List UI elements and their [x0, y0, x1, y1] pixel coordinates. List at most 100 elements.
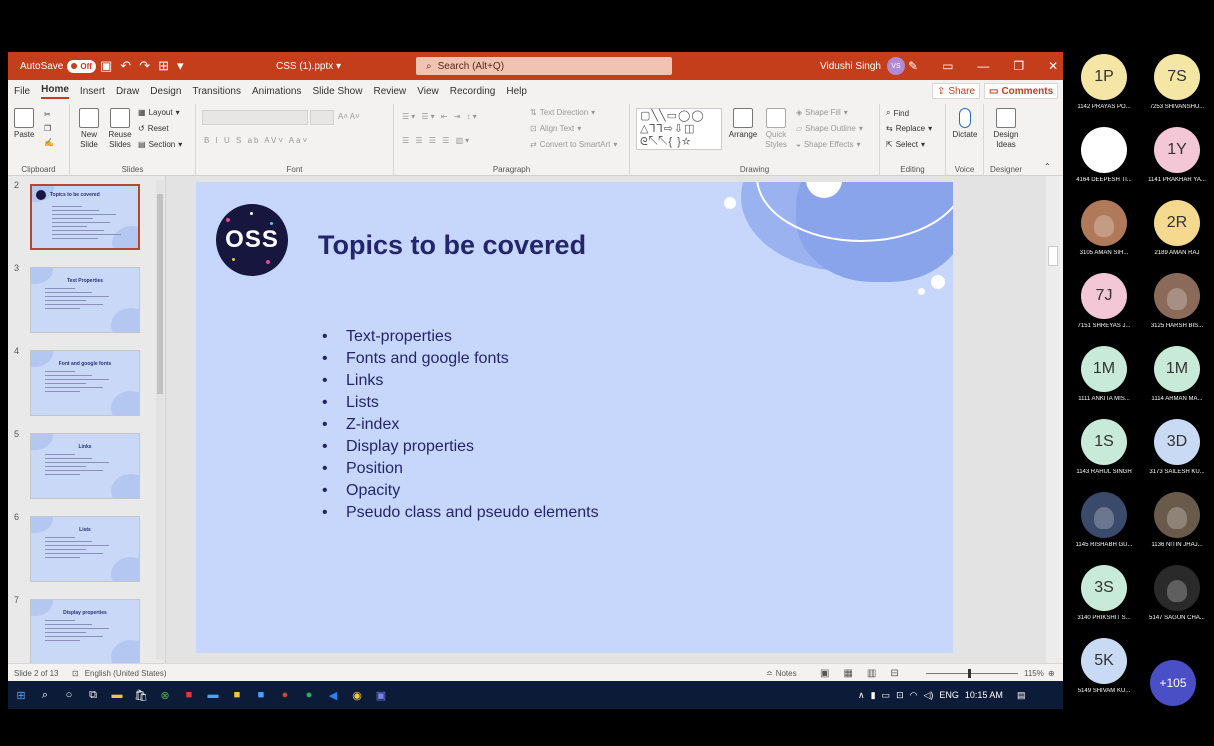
- wifi-icon[interactable]: ◠: [910, 690, 918, 701]
- format-painter-icon[interactable]: ✍: [44, 138, 54, 147]
- autosave[interactable]: AutoSave Off: [20, 52, 96, 80]
- align-buttons[interactable]: ☰ ☰ ☰ ☰ ▥▾: [402, 136, 471, 145]
- notes-button[interactable]: ≏ Notes: [766, 664, 797, 682]
- paste-button[interactable]: Paste: [14, 108, 34, 140]
- search-icon[interactable]: ⌕: [36, 686, 54, 704]
- slideshow-icon[interactable]: ⊟: [890, 668, 898, 679]
- collapse-ribbon-icon[interactable]: ⌃: [1044, 162, 1051, 171]
- tab-design[interactable]: Design: [150, 86, 181, 97]
- tab-view[interactable]: View: [417, 86, 439, 97]
- slide-thumbnail[interactable]: Font and google fonts: [30, 350, 140, 416]
- share-button[interactable]: ⇪ Share: [932, 83, 981, 99]
- participant-tile[interactable]: 7J 7151 SHREYAS J...: [1068, 271, 1142, 343]
- find-button[interactable]: ⌕ Find: [886, 108, 909, 118]
- app-icon[interactable]: ■: [252, 686, 270, 704]
- zoom-level[interactable]: 115%: [1024, 664, 1044, 682]
- bullet-item[interactable]: Links: [316, 370, 599, 392]
- participant-tile[interactable]: 3125 HARSH BIS...: [1141, 271, 1214, 343]
- notifications-icon[interactable]: ▤: [1017, 690, 1026, 701]
- participant-tile[interactable]: 3S 3140 PRIKSHIT S...: [1068, 563, 1142, 635]
- design-ideas-button[interactable]: Design Ideas: [988, 108, 1024, 150]
- slide-thumbnail[interactable]: Lists: [30, 516, 140, 582]
- slide-thumbnail-row[interactable]: 2 Topics to be covered: [8, 180, 158, 252]
- tab-slide-show[interactable]: Slide Show: [312, 86, 362, 97]
- font-size-input[interactable]: [310, 110, 334, 125]
- tab-draw[interactable]: Draw: [116, 86, 139, 97]
- minimize-icon[interactable]: —: [977, 59, 989, 73]
- participant-tile[interactable]: 1M 1114 ARMAN MA...: [1141, 344, 1214, 416]
- chrome-icon[interactable]: ◉: [348, 686, 366, 704]
- font-style-buttons[interactable]: B I U S ab AV˅ Aa˅: [204, 136, 309, 145]
- dictate-button[interactable]: Dictate: [950, 108, 980, 140]
- ribbon-display-icon[interactable]: ▭: [942, 59, 953, 73]
- fit-slide-icon[interactable]: ⊕: [1048, 664, 1055, 682]
- redo-icon[interactable]: ↷: [139, 58, 150, 74]
- font-size-arrows[interactable]: A˄ A˅: [338, 112, 360, 121]
- font-name-input[interactable]: [202, 110, 308, 125]
- powerpoint-icon[interactable]: ●: [276, 686, 294, 704]
- teams-icon[interactable]: ▣: [372, 686, 390, 704]
- thumbnails-scrollbar[interactable]: [156, 180, 164, 660]
- slide-thumbnail-row[interactable]: 4 Font and google fonts: [8, 346, 158, 418]
- mic-icon[interactable]: ▮: [871, 690, 876, 701]
- participant-tile[interactable]: 1M 1111 ANKITA MIS...: [1068, 344, 1142, 416]
- tab-home[interactable]: Home: [41, 84, 69, 99]
- tab-insert[interactable]: Insert: [80, 86, 105, 97]
- slide-thumbnail[interactable]: Text Properties: [30, 267, 140, 333]
- pen-icon[interactable]: ✎: [908, 59, 918, 73]
- file-explorer-icon[interactable]: ▬: [108, 686, 126, 704]
- tab-recording[interactable]: Recording: [450, 86, 496, 97]
- tab-transitions[interactable]: Transitions: [192, 86, 241, 97]
- volume-icon[interactable]: ◁): [923, 690, 933, 701]
- tab-help[interactable]: Help: [506, 86, 527, 97]
- participant-tile[interactable]: 7S 7253 SHIVANSHU...: [1141, 52, 1214, 124]
- app-icon[interactable]: ■: [180, 686, 198, 704]
- participant-tile[interactable]: 2R 2189 AMAN RAJ: [1141, 198, 1214, 270]
- participant-tile[interactable]: 5K 5149 SHIVAM KU...: [1068, 636, 1142, 708]
- slide-title[interactable]: Topics to be covered: [318, 230, 586, 261]
- select-button[interactable]: ⇱ Select ▾: [886, 140, 925, 149]
- arrange-button[interactable]: Arrange: [726, 108, 760, 140]
- align-text-button[interactable]: ⊡ Align Text ▾: [530, 124, 581, 133]
- bullet-item[interactable]: Opacity: [316, 480, 599, 502]
- shape-effects-button[interactable]: ◒ Shape Effects ▾: [796, 140, 861, 149]
- copy-icon[interactable]: ❐: [44, 124, 51, 133]
- smartart-button[interactable]: ⇄ Convert to SmartArt ▾: [530, 140, 617, 149]
- participant-tile[interactable]: 4164 DEEPESH TI...: [1068, 125, 1142, 197]
- undo-icon[interactable]: ↶: [120, 58, 131, 74]
- new-slide-button[interactable]: New Slide: [76, 108, 102, 150]
- normal-view-icon[interactable]: ▣: [820, 668, 829, 679]
- layout-button[interactable]: ▦ Layout ▾: [138, 108, 180, 117]
- slide-sorter-icon[interactable]: ▦: [843, 668, 852, 679]
- bullet-item[interactable]: Lists: [316, 392, 599, 414]
- file-name[interactable]: CSS (1).pptx ▾: [276, 52, 341, 80]
- participant-tile[interactable]: 1Y 1141 PRAKHAR YA...: [1141, 125, 1214, 197]
- slide-bullet-list[interactable]: Text-propertiesFonts and google fontsLin…: [316, 326, 599, 524]
- app-icon[interactable]: ■: [228, 686, 246, 704]
- list-buttons[interactable]: ☰▾ ☰▾ ⇤ ⇥ ↕▾: [402, 112, 479, 121]
- spotify-icon[interactable]: ●: [300, 686, 318, 704]
- tab-review[interactable]: Review: [373, 86, 406, 97]
- zoom-slider[interactable]: [926, 664, 1018, 682]
- quick-styles-button[interactable]: Quick Styles: [760, 108, 792, 150]
- current-slide[interactable]: OSS Topics to be covered Text-properties…: [196, 182, 953, 653]
- slide-thumbnail-row[interactable]: 3 Text Properties: [8, 263, 158, 335]
- store-icon[interactable]: 🛍: [132, 686, 150, 704]
- language-indicator[interactable]: ⊡ English (United States): [72, 664, 167, 682]
- battery-icon[interactable]: ▭: [882, 690, 891, 701]
- shape-outline-button[interactable]: ▱ Shape Outline ▾: [796, 124, 863, 133]
- comments-button[interactable]: ▭ Comments: [984, 83, 1059, 99]
- bullet-item[interactable]: Fonts and google fonts: [316, 348, 599, 370]
- tab-animations[interactable]: Animations: [252, 86, 301, 97]
- network-icon[interactable]: ⊡: [896, 690, 904, 701]
- cortana-icon[interactable]: ○: [60, 686, 78, 704]
- bullet-item[interactable]: Z-index: [316, 414, 599, 436]
- xbox-icon[interactable]: ⊗: [156, 686, 174, 704]
- section-button[interactable]: ▤ Section ▾: [138, 140, 182, 149]
- save-icon[interactable]: ▣: [100, 58, 112, 74]
- user-account[interactable]: Vidushi Singh VS: [820, 52, 905, 80]
- mail-icon[interactable]: ▬: [204, 686, 222, 704]
- participant-tile[interactable]: 3D 3173 SAILESH KU...: [1141, 417, 1214, 489]
- bullet-item[interactable]: Text-properties: [316, 326, 599, 348]
- tab-file[interactable]: File: [14, 86, 30, 97]
